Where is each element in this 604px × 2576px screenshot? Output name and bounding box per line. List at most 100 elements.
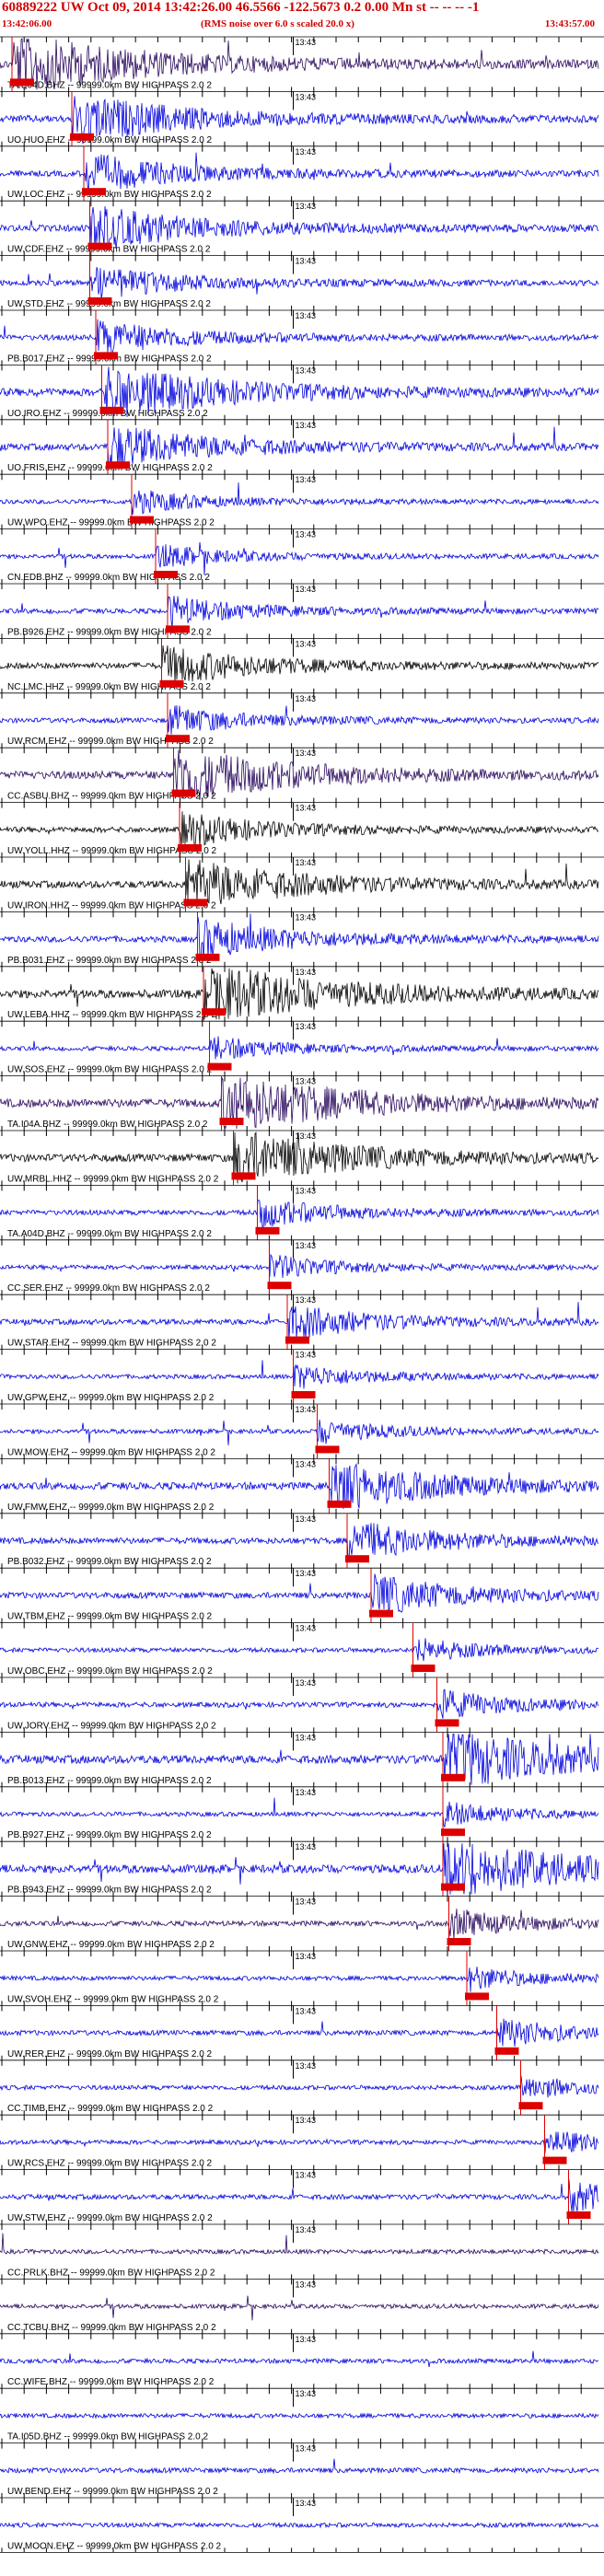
channel-label: UW.LOC.EHZ -- 99999.0km BW HIGHPASS 2.0 … <box>7 190 212 200</box>
minute-marker-label: 13:43 <box>296 1405 317 1414</box>
channel-label: UW.STAR.EHZ -- 99999.0km BW HIGHPASS 2.0… <box>7 1339 216 1349</box>
channel-label: UW.GPW.EHZ -- 99999.0km BW HIGHPASS 2.0 … <box>7 1393 215 1403</box>
trace-row: 13:43 CC.TCBU.BHZ -- 99999.0km BW HIGHPAS… <box>0 2278 604 2334</box>
channel-label: UW.SVOH.EHZ -- 99999.0km BW HIGHPASS 2.0… <box>7 1994 219 2004</box>
channel-label: CN.EDB.BHZ -- 99999.0km BW HIGHPASS 2.0 … <box>7 573 210 583</box>
pick-marker <box>447 1938 471 1945</box>
pick-marker <box>154 571 178 578</box>
minute-marker-label: 13:43 <box>296 968 317 977</box>
pick-marker <box>183 899 208 907</box>
minute-marker-label: 13:43 <box>296 1077 317 1086</box>
minute-marker-label: 13:43 <box>296 311 317 320</box>
minute-marker-label: 13:43 <box>296 1514 317 1524</box>
minute-marker-label: 13:43 <box>296 748 317 758</box>
pick-marker <box>219 1118 244 1125</box>
channel-label: UW.RCS.EHZ -- 99999.0km BW HIGHPASS 2.0 … <box>7 2159 213 2169</box>
trace-row: 13:43 PB.B032.EHZ -- 99999.0km BW HIGHPAS… <box>0 1513 604 1569</box>
pick-marker <box>441 1773 465 1781</box>
minute-marker-label: 13:43 <box>296 2225 317 2234</box>
pick-marker <box>327 1500 352 1508</box>
pick-marker <box>267 1282 292 1290</box>
minute-marker-label: 13:43 <box>296 2444 317 2454</box>
pick-marker <box>411 1665 436 1672</box>
minute-marker-label: 13:43 <box>296 2389 317 2398</box>
minute-marker-label: 13:43 <box>296 1022 317 1031</box>
minute-marker-label: 13:43 <box>296 1842 317 1851</box>
waveform <box>0 319 599 354</box>
trace-row: 13:43 PB.B927.EHZ -- 99999.0km BW HIGHPAS… <box>0 1786 604 1842</box>
trace-row: 13:43CC.ASBU.BHZ -- 99999.0km BW HIGHPAS… <box>0 747 604 803</box>
minute-marker-label: 13:43 <box>296 858 317 867</box>
minute-marker-label: 13:43 <box>296 912 317 922</box>
pick-marker <box>106 461 130 470</box>
waveform <box>0 152 599 191</box>
trace-row: 13:43 CC.PRLK.BHZ -- 99999.0km BW HIGHPAS… <box>0 2223 604 2280</box>
channel-label: TA.E04D.BHZ -- 99999.0km BW HIGHPASS 2.0… <box>7 80 212 90</box>
minute-marker-label: 13:43 <box>296 2499 317 2508</box>
pick-marker <box>166 735 190 743</box>
waveform <box>0 1253 599 1279</box>
waveform <box>0 1419 599 1445</box>
pick-marker <box>159 679 184 688</box>
pick-marker <box>10 78 34 87</box>
minute-marker-label: 13:43 <box>296 2280 317 2289</box>
minute-marker-label: 13:43 <box>296 1186 317 1195</box>
pick-marker <box>255 1226 280 1235</box>
waveform <box>0 1688 599 1719</box>
waveform <box>0 2521 599 2529</box>
waveform <box>0 2075 599 2098</box>
channel-label: UW.MOW.EHZ -- 99999.0km BW HIGHPASS 2.0 … <box>7 1447 215 1457</box>
waveform <box>0 541 599 575</box>
trace-row: 13:43UW.YOLL.HHZ -- 99999.0km BW HIGHPAS… <box>0 802 604 857</box>
trace-row: 13:43UO.FRIS.EHZ -- 99999.0km BW HIGHPAS… <box>0 419 604 475</box>
pick-marker <box>441 1883 465 1891</box>
waveform <box>0 1573 599 1613</box>
seismogram-plot: 13:43 TA.E04D.BHZ -- 99999.0km BW HIGHPAS… <box>0 36 604 2553</box>
pick-marker <box>82 188 106 196</box>
pick-marker <box>202 1008 226 1016</box>
minute-marker-label: 13:43 <box>296 585 317 594</box>
minute-marker-label: 13:43 <box>296 1295 317 1305</box>
waveform <box>0 1199 599 1228</box>
waveform <box>0 1360 599 1389</box>
waveform <box>0 645 599 684</box>
minute-marker-label: 13:43 <box>296 366 317 375</box>
channel-label: PB.B927.EHZ -- 99999.0km BW HIGHPASS 2.0… <box>7 1830 212 1840</box>
trace-row: 13:43PB.B017.EHZ -- 99999.0km BW HIGHPAS… <box>0 309 604 366</box>
waveform <box>0 1036 599 1060</box>
pick-marker <box>494 2047 519 2055</box>
trace-row: 13:43 UW.STW.EHZ -- 99999.0km BW HIGHPASS… <box>0 2169 604 2224</box>
channel-label: UW.TBM.EHZ -- 99999.0km BW HIGHPASS 2.0 … <box>7 1612 213 1622</box>
pick-marker <box>435 1719 459 1727</box>
channel-label: UO.HUO.EHZ -- 99999.0km BW HIGHPASS 2.0 … <box>7 135 213 145</box>
trace-row: 13:43 UW.BEND.EHZ -- 99999.0km BW HIGHPAS… <box>0 2443 604 2498</box>
pick-marker <box>166 625 190 633</box>
trace-row: 13:43 CN.EDB.BHZ -- 99999.0km BW HIGHPASS… <box>0 528 604 584</box>
minute-marker-label: 13:43 <box>296 694 317 703</box>
trace-row: 13:43PB.B926.EHZ -- 99999.0km BW HIGHPAS… <box>0 583 604 639</box>
trace-row: 13:43 TA.A04D.BHZ -- 99999.0km BW HIGHPAS… <box>0 1185 604 1240</box>
channel-label: PB.B943.EHZ -- 99999.0km BW HIGHPASS 2.0… <box>7 1886 212 1896</box>
minute-marker-label: 13:43 <box>296 475 317 484</box>
pick-marker <box>369 1609 393 1618</box>
channel-label: UW.WPO.EHZ -- 99999.0km BW HIGHPASS 2.0 … <box>7 518 215 528</box>
channel-label: UW.MRBL.HHZ -- 99999.0km BW HIGHPASS 2.0… <box>7 1174 219 1184</box>
channel-label: TA.I05D.BHZ -- 99999.0km BW HIGHPASS 2.0… <box>7 2432 208 2443</box>
waveform <box>0 1967 599 1992</box>
trace-row: 13:43 UW.LEBA.HHZ -- 99999.0km BW HIGHPAS… <box>0 966 604 1022</box>
minute-marker-label: 13:43 <box>296 2335 317 2344</box>
pick-marker <box>195 953 220 961</box>
trace-row: 13:43 UW.RER.EHZ -- 99999.0km BW HIGHPASS… <box>0 2004 604 2060</box>
channel-label: UW.GNW.EHZ -- 99999.0km BW HIGHPASS 2.0 … <box>7 1940 215 1950</box>
trace-row: 13:43UW.CDF.EHZ -- 99999.0km BW HIGHPASS… <box>0 200 604 256</box>
minute-marker-label: 13:43 <box>296 1733 317 1742</box>
pick-marker <box>285 1336 309 1344</box>
minute-marker-label: 13:43 <box>296 2116 317 2125</box>
trace-row: 13:43 CC.WIFE.BHZ -- 99999.0km BW HIGHPAS… <box>0 2333 604 2389</box>
minute-marker-label: 13:43 <box>296 202 317 211</box>
waveform <box>0 2179 599 2212</box>
pick-marker <box>87 297 112 305</box>
channel-label: CC.TCBU.BHZ -- 99999.0km BW HIGHPASS 2.0… <box>7 2323 216 2333</box>
trace-row: 13:43 UW.STAR.EHZ -- 99999.0km BW HIGHPAS… <box>0 1294 604 1350</box>
waveform <box>0 2131 599 2153</box>
